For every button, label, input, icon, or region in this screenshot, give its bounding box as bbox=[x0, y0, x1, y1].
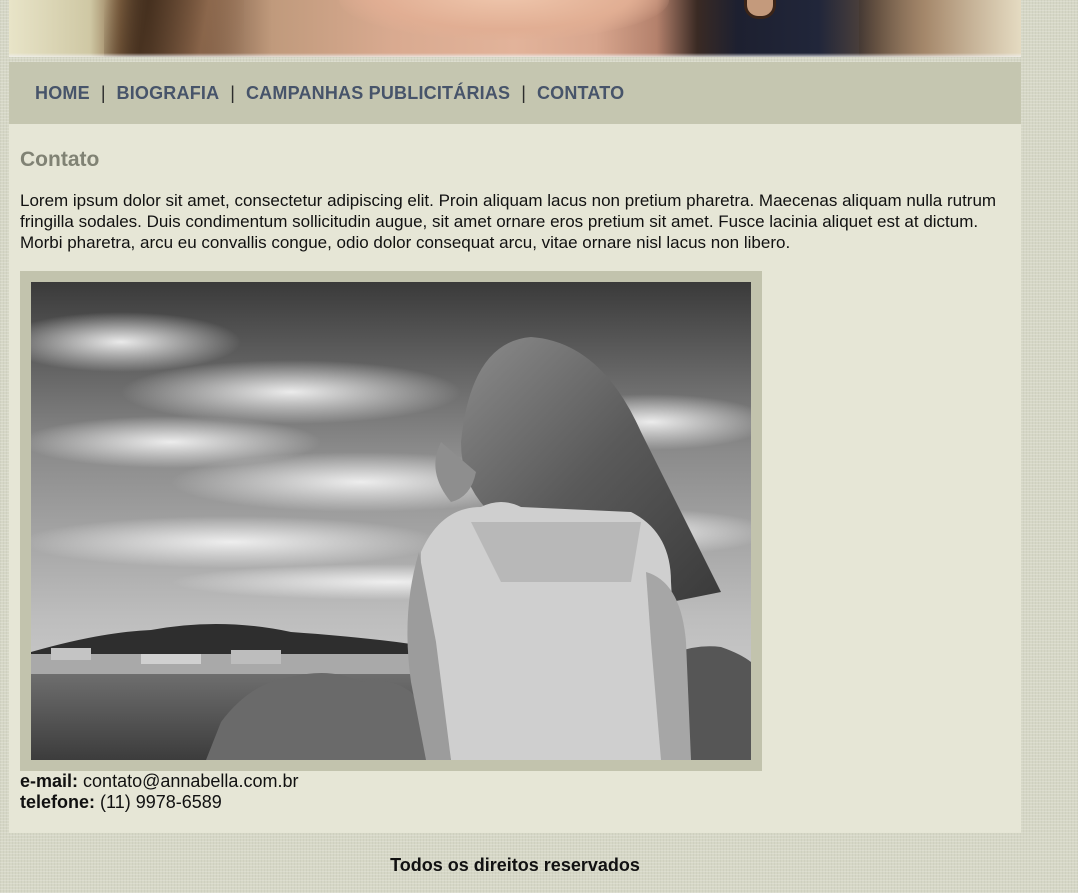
nav-separator: | bbox=[521, 82, 526, 103]
main-nav: HOME | BIOGRAFIA | CAMPANHAS PUBLICITÁRI… bbox=[9, 62, 1021, 124]
header-banner-image bbox=[9, 0, 1021, 57]
phone-line: telefone: (11) 9978-6589 bbox=[20, 792, 1010, 813]
email-line: e-mail: contato@annabella.com.br bbox=[20, 771, 1010, 792]
phone-value: (11) 9978-6589 bbox=[100, 792, 222, 812]
email-label: e-mail: bbox=[20, 771, 79, 791]
main-content: Contato Lorem ipsum dolor sit amet, cons… bbox=[9, 124, 1021, 833]
phone-label: telefone: bbox=[20, 792, 96, 812]
nav-link-contato[interactable]: CONTATO bbox=[537, 83, 624, 104]
nav-separator: | bbox=[100, 82, 106, 103]
nav-link-home[interactable]: HOME bbox=[35, 83, 90, 104]
intro-paragraph: Lorem ipsum dolor sit amet, consectetur … bbox=[20, 191, 997, 252]
photo-frame bbox=[20, 271, 762, 771]
nav-link-biografia[interactable]: BIOGRAFIA bbox=[117, 83, 220, 104]
nav-separator: | bbox=[230, 82, 235, 103]
page-title: Contato bbox=[20, 148, 100, 171]
nav-link-campanhas-publicitarias[interactable]: CAMPANHAS PUBLICITÁRIAS bbox=[246, 83, 510, 104]
page-wrapper: HOME | BIOGRAFIA | CAMPANHAS PUBLICITÁRI… bbox=[9, 0, 1021, 833]
footer-copyright: Todos os direitos reservados bbox=[390, 855, 640, 875]
contact-photo bbox=[31, 282, 751, 760]
email-value[interactable]: contato@annabella.com.br bbox=[83, 771, 298, 791]
